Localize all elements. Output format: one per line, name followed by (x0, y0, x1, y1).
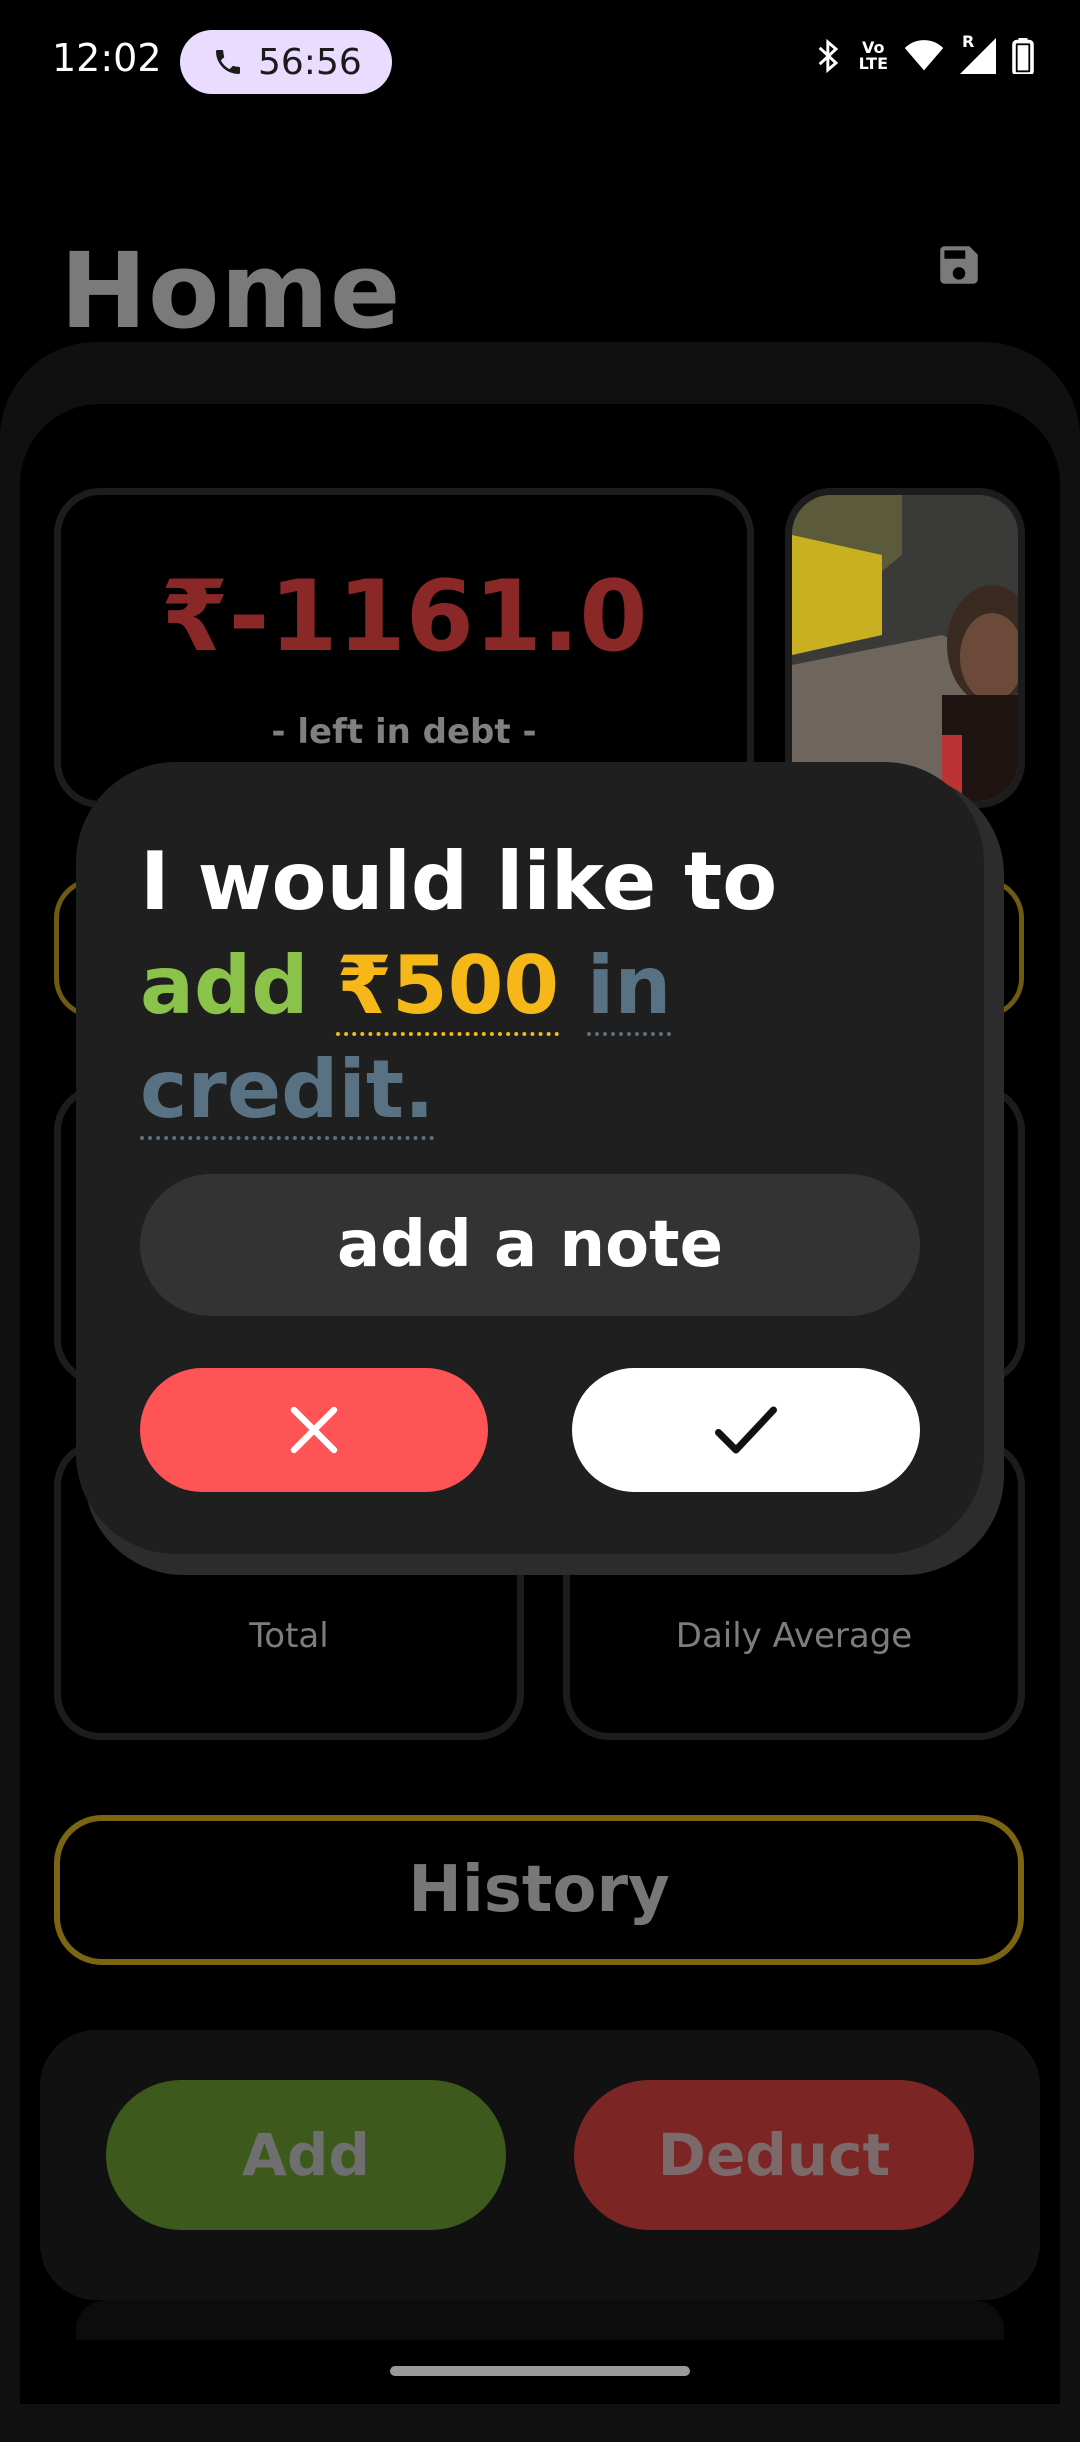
add-note-button[interactable]: add a note (140, 1174, 920, 1316)
volte-icon: Vo LTE (858, 38, 888, 73)
balance-value: ₹-1161.0 (160, 560, 648, 674)
battery-icon (1012, 38, 1034, 74)
call-timer: 56:56 (258, 41, 362, 83)
dialog-prefix: I would like to (140, 835, 778, 928)
balance-subtitle: - left in debt - (271, 712, 537, 752)
dialog-sentence: I would like to add ₹500 in credit. (140, 830, 960, 1142)
add-button[interactable]: Add (106, 2080, 506, 2230)
ongoing-call-chip[interactable]: 56:56 (180, 30, 392, 94)
close-icon (290, 1406, 338, 1454)
bluetooth-icon (818, 38, 838, 74)
history-button[interactable]: History (54, 1815, 1024, 1965)
cancel-button[interactable] (140, 1368, 488, 1492)
status-time: 12:02 (52, 36, 162, 80)
status-icons: Vo LTE R (815, 32, 1034, 74)
wifi-icon (904, 40, 944, 71)
daily-average-label: Daily Average (675, 1616, 913, 1656)
amount-selector[interactable]: ₹500 (336, 939, 560, 1036)
profile-photo[interactable] (785, 488, 1025, 808)
action-verb-selector[interactable]: add (140, 939, 309, 1032)
roaming-indicator: R (962, 32, 975, 51)
save-icon[interactable] (934, 240, 984, 290)
phone-icon (216, 50, 240, 74)
bottom-strip (76, 2300, 1004, 2340)
page-title: Home (60, 230, 402, 352)
home-indicator[interactable] (390, 2366, 690, 2376)
check-icon (715, 1406, 777, 1454)
total-label: Total (249, 1616, 329, 1656)
confirm-button[interactable] (572, 1368, 920, 1492)
deduct-button[interactable]: Deduct (574, 2080, 974, 2230)
signal-icon: R (960, 32, 996, 74)
